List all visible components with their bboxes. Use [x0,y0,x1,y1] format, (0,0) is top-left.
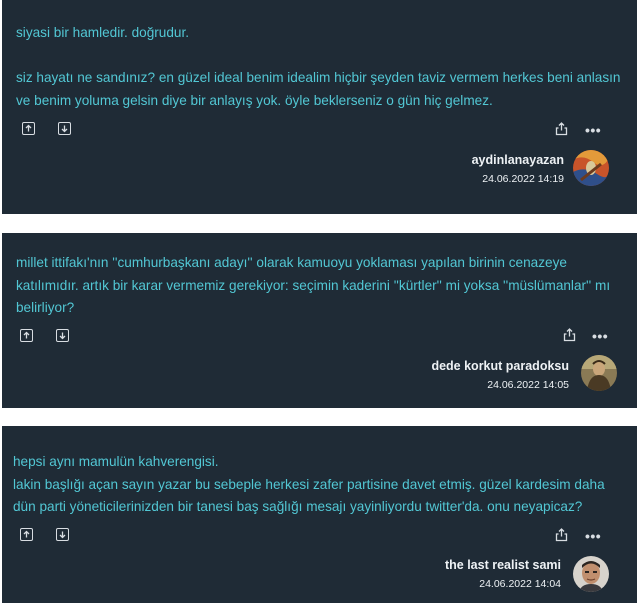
share-icon [555,528,568,542]
arrow-down-icon [59,332,66,340]
author-name[interactable]: dede korkut paradoksu [431,359,569,373]
entry-date[interactable]: 24.06.2022 14:19 [482,173,564,185]
arrow-up-icon [23,530,30,538]
entry-text: hepsi aynı mamulün kahverengisi. lakin b… [13,454,605,514]
more-options-button[interactable]: ••• [585,123,601,137]
entry-text: millet ittifakı'nın ''cumhurbaşkanı aday… [16,255,614,315]
entry-date[interactable]: 24.06.2022 14:04 [479,578,561,590]
author-name[interactable]: aydinlanayazan [472,153,564,167]
painting-avatar[interactable] [573,150,609,186]
downvote-button[interactable] [56,329,69,342]
more-options-button[interactable]: ••• [585,529,601,543]
portrait-avatar[interactable] [581,355,617,391]
arrow-down-icon [61,125,68,133]
upvote-button[interactable] [20,528,33,541]
share-button[interactable] [563,328,576,347]
share-icon [555,122,568,136]
arrow-up-icon [25,124,32,132]
entry-card: millet ittifakı'nın ''cumhurbaşkanı aday… [2,233,637,408]
downvote-button[interactable] [58,122,71,135]
share-icon [563,328,576,342]
author-name[interactable]: the last realist sami [445,558,561,572]
downvote-button[interactable] [56,528,69,541]
upvote-button[interactable] [22,122,35,135]
entry-card: hepsi aynı mamulün kahverengisi. lakin b… [2,426,637,603]
upvote-button[interactable] [20,329,33,342]
more-options-button[interactable]: ••• [592,329,608,343]
entry-date[interactable]: 24.06.2022 14:05 [487,379,569,391]
share-button[interactable] [555,122,568,141]
arrow-down-icon [59,531,66,539]
entry-text: siyasi bir hamledir. doğrudur. siz hayat… [16,25,621,108]
face-avatar[interactable] [573,556,609,592]
share-button[interactable] [555,528,568,547]
entry-card: siyasi bir hamledir. doğrudur. siz hayat… [2,0,637,214]
arrow-up-icon [23,331,30,339]
